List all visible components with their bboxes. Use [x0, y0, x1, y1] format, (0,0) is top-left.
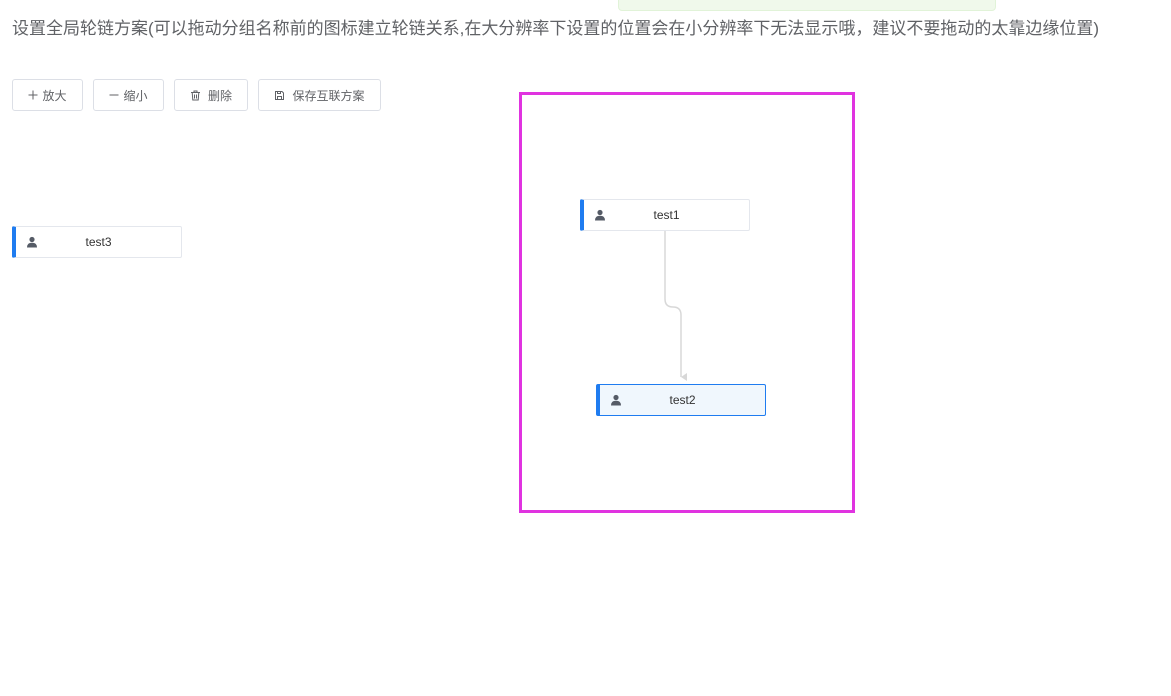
- trash-icon: [190, 90, 201, 101]
- node-label: test2: [669, 393, 696, 407]
- notification-banner: [618, 0, 996, 11]
- zoom-in-label: 放大: [42, 88, 67, 103]
- group-node-test3[interactable]: test3: [12, 226, 182, 258]
- toolbar: 放大 缩小 删除 保存互联方案: [12, 79, 381, 111]
- selection-highlight-box: [519, 92, 855, 513]
- zoom-out-button[interactable]: 缩小: [93, 79, 164, 111]
- page: 设置全局轮链方案(可以拖动分组名称前的图标建立轮链关系,在大分辨率下设置的位置会…: [0, 0, 1171, 696]
- save-scheme-button[interactable]: 保存互联方案: [258, 79, 381, 111]
- node-label: test3: [85, 235, 112, 249]
- node-label: test1: [653, 208, 680, 222]
- delete-button[interactable]: 删除: [174, 79, 248, 111]
- save-scheme-label: 保存互联方案: [292, 88, 365, 103]
- save-icon: [274, 90, 285, 101]
- minus-icon: [109, 90, 119, 100]
- edge-test1-test2[interactable]: [664, 231, 687, 381]
- group-node-test1[interactable]: test1: [580, 199, 750, 231]
- zoom-in-button[interactable]: 放大: [12, 79, 83, 111]
- delete-label: 删除: [207, 88, 232, 103]
- page-title: 设置全局轮链方案(可以拖动分组名称前的图标建立轮链关系,在大分辨率下设置的位置会…: [12, 19, 1100, 38]
- zoom-out-label: 缩小: [123, 88, 148, 103]
- plus-icon: [28, 90, 38, 100]
- group-node-test2[interactable]: test2: [596, 384, 766, 416]
